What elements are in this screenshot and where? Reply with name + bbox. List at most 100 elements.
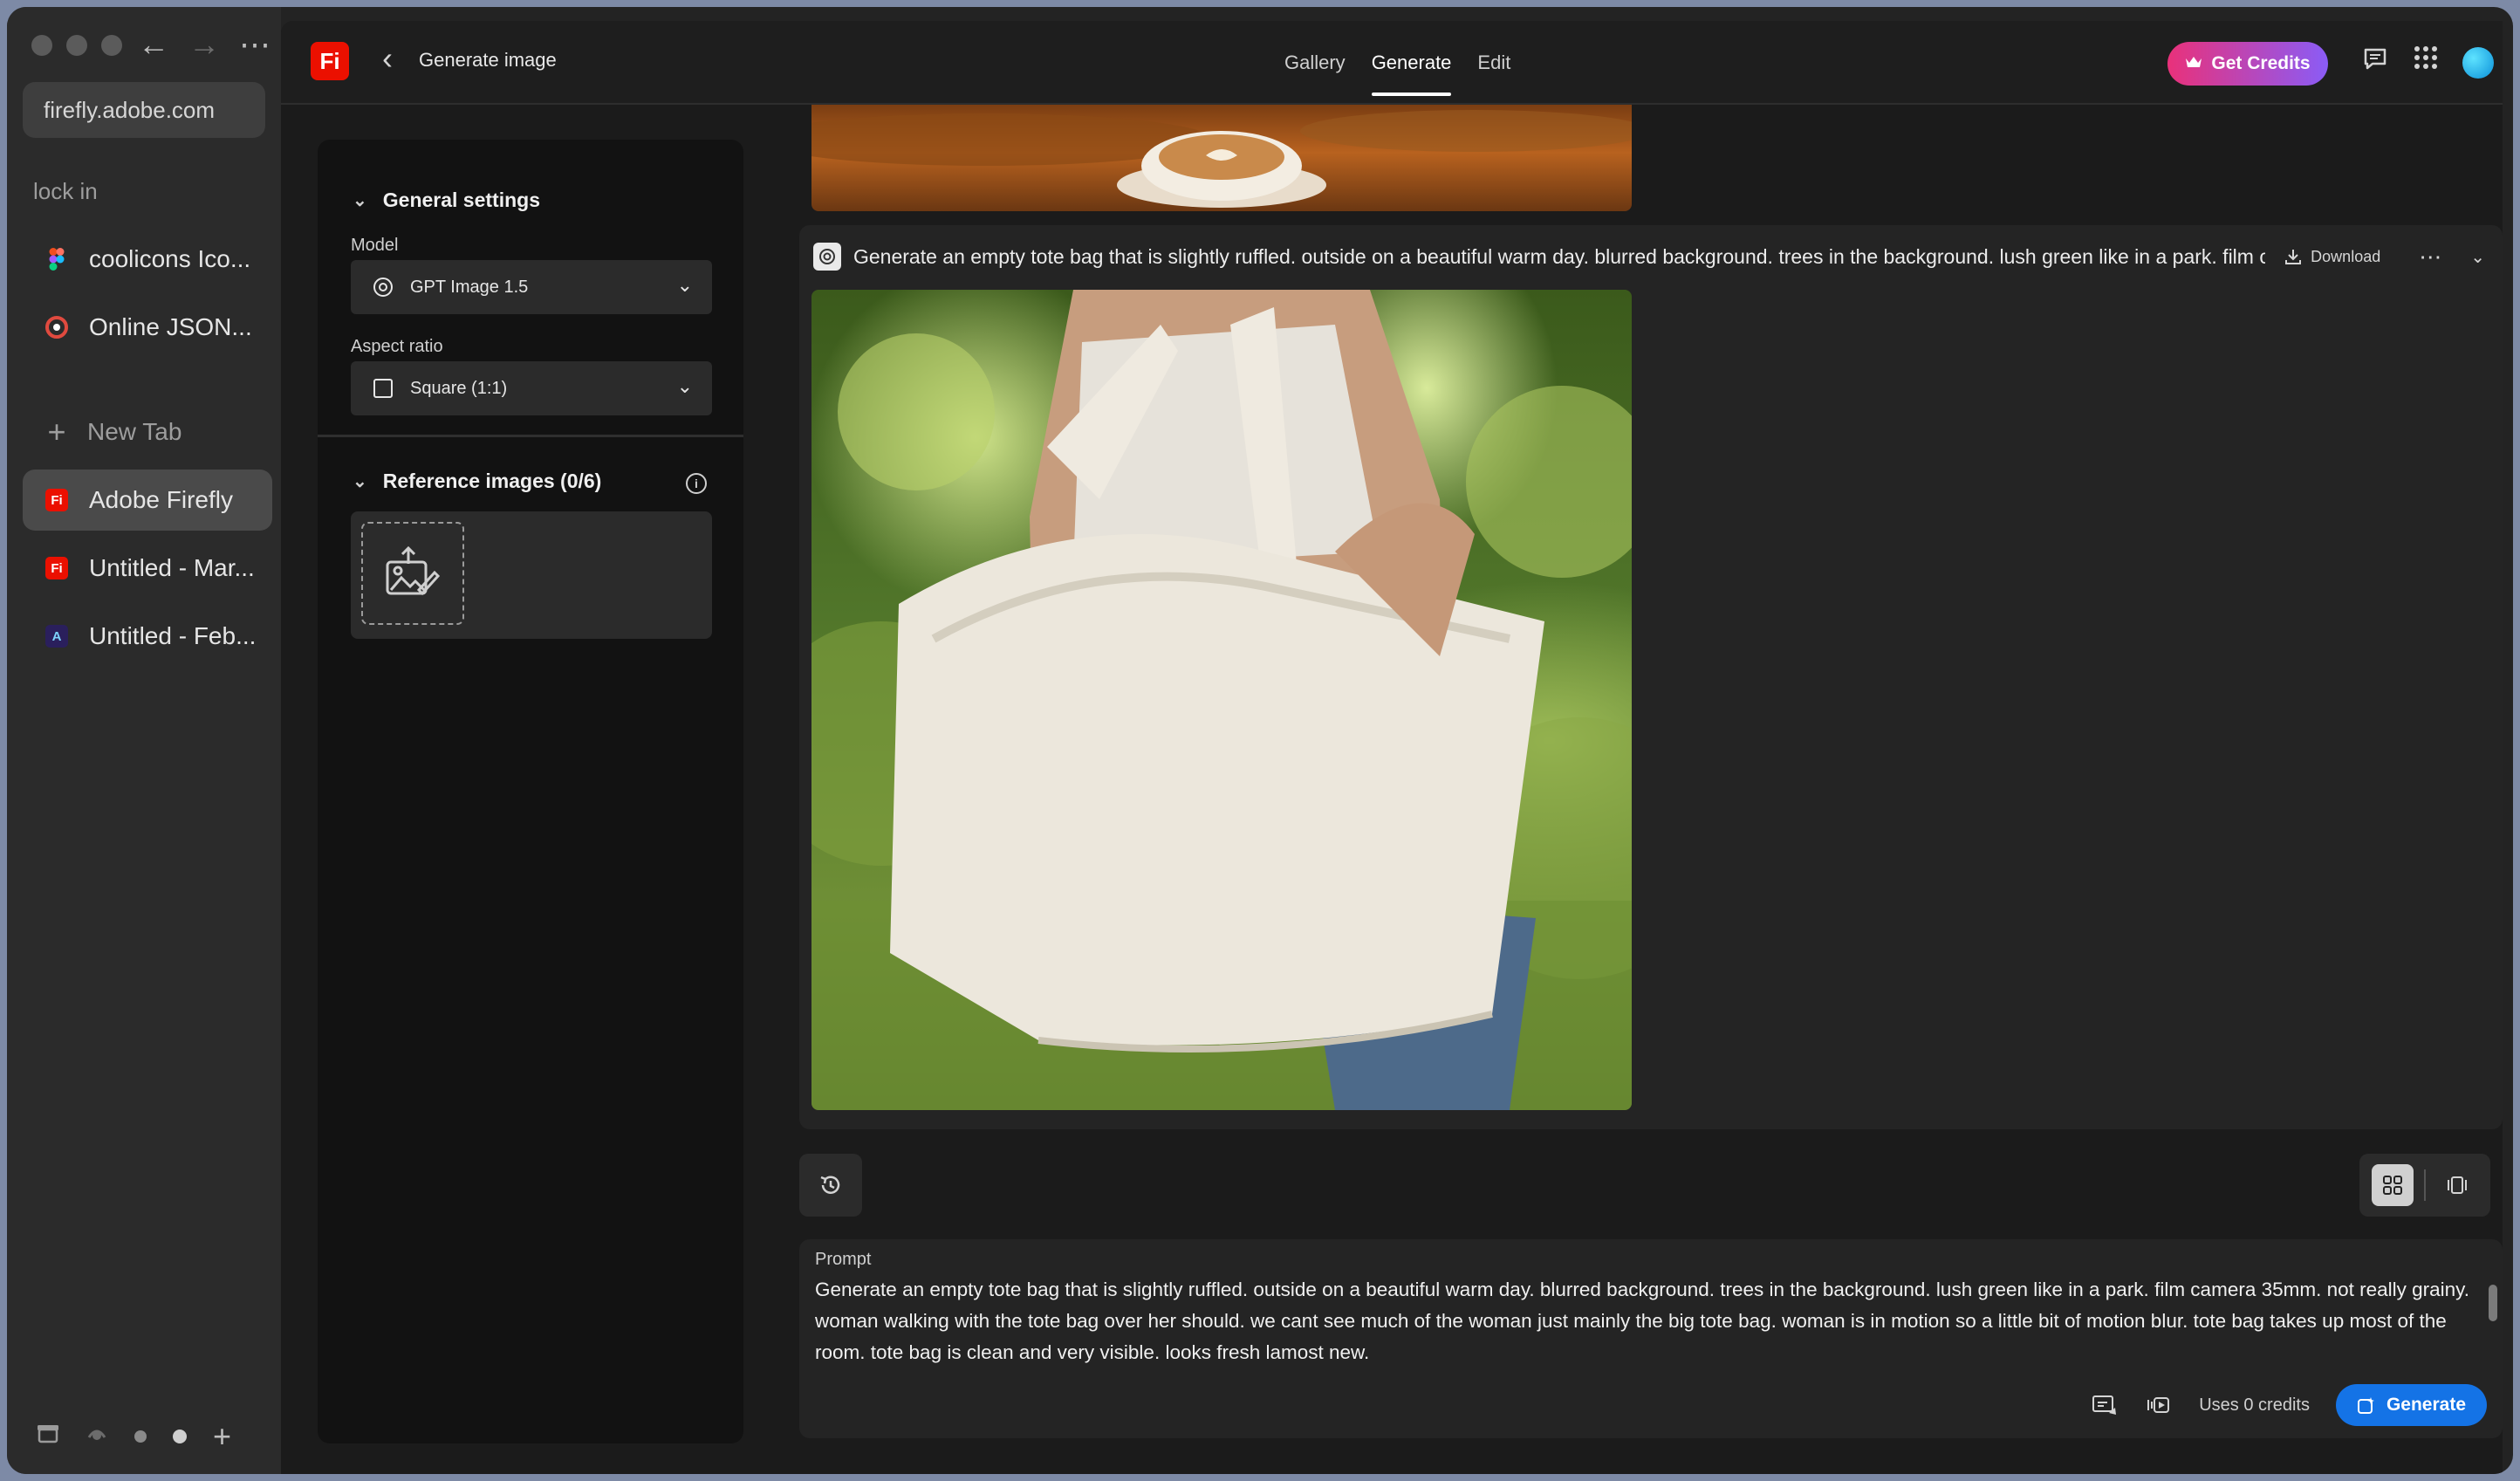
chevron-down-icon: ⌄ [353, 191, 367, 210]
tab-generate[interactable]: Generate [1371, 21, 1451, 105]
tab-label: Untitled - Mar... [89, 554, 255, 581]
chevron-left-icon[interactable]: ‹ [382, 40, 393, 77]
scrollbar-thumb[interactable] [2489, 1285, 2497, 1321]
reference-images-header[interactable]: ⌄ Reference images (0/6) [353, 470, 601, 493]
tab-label: coolicons Ico... [89, 245, 251, 272]
model-label: Model [351, 236, 399, 255]
minimize-window-button[interactable] [66, 35, 87, 56]
top-bar: Fi ‹ Generate image Gallery Generate Edi… [281, 21, 2503, 105]
prompt-footer: Uses 0 credits Generate [2091, 1384, 2487, 1426]
generation-header: Generate an empty tote bag that is sligh… [813, 239, 2485, 274]
image-prompt-icon[interactable] [2091, 1391, 2119, 1419]
close-window-button[interactable] [31, 35, 52, 56]
openai-icon [372, 276, 394, 298]
generate-icon [2357, 1397, 2374, 1414]
previous-generated-image[interactable] [811, 105, 1632, 211]
get-credits-button[interactable]: Get Credits [2167, 42, 2328, 86]
divider [2424, 1169, 2426, 1201]
add-space-icon[interactable]: + [213, 1418, 231, 1455]
new-tab-label: New Tab [87, 418, 182, 445]
browser-sidebar: ← → ⋯ firefly.adobe.com lock in coolicon… [7, 7, 281, 1474]
new-tab-button[interactable]: + New Tab [23, 401, 272, 463]
generation-prompt-preview[interactable]: Generate an empty tote bag that is sligh… [853, 245, 2265, 269]
generated-image-tote-bag[interactable] [811, 290, 1632, 1110]
get-credits-label: Get Credits [2211, 53, 2311, 73]
page-title: Generate image [419, 49, 557, 71]
generate-button[interactable]: Generate [2335, 1384, 2487, 1426]
avatar[interactable] [2462, 47, 2494, 79]
more-options-icon[interactable]: ⋯ [2419, 243, 2442, 271]
firefly-logo[interactable]: Fi [311, 42, 349, 80]
prompt-panel: Prompt Generate an empty tote bag that i… [799, 1239, 2503, 1438]
plus-icon: + [47, 414, 66, 449]
model-select[interactable]: GPT Image 1.5 ⌄ [351, 260, 712, 314]
space-dot-active-icon[interactable] [173, 1430, 187, 1443]
sidebar-footer: + [37, 1418, 231, 1455]
more-options-icon[interactable]: ⋯ [239, 26, 270, 63]
chevron-down-icon: ⌄ [353, 472, 367, 491]
view-toggle [2359, 1154, 2490, 1217]
single-view-button[interactable] [2436, 1164, 2478, 1206]
tab-edit[interactable]: Edit [1477, 21, 1510, 105]
tab-label: Adobe Firefly [89, 486, 233, 513]
general-settings-title: General settings [382, 189, 540, 211]
reference-images-area [351, 511, 712, 639]
pinned-tab-coolicons[interactable]: coolicons Ico... [23, 229, 272, 290]
space-label: lock in [33, 178, 98, 204]
browser-nav: ← → ⋯ [138, 26, 270, 63]
aspect-ratio-select[interactable]: Square (1:1) ⌄ [351, 361, 712, 415]
upload-reference-button[interactable] [361, 522, 464, 625]
window-controls [31, 35, 122, 56]
download-icon [2285, 250, 2302, 264]
tab-untitled-feb[interactable]: A Untitled - Feb... [23, 606, 272, 667]
chevron-down-icon: ⌄ [676, 375, 693, 397]
general-settings-header[interactable]: ⌄ General settings [353, 189, 540, 212]
grid-view-icon [2383, 1176, 2402, 1195]
reference-images-title: Reference images (0/6) [382, 470, 602, 492]
chevron-down-icon[interactable]: ⌄ [2470, 246, 2485, 268]
tab-untitled-mar[interactable]: Fi Untitled - Mar... [23, 538, 272, 599]
space-dot-icon[interactable] [134, 1430, 147, 1443]
archive-icon[interactable] [37, 1422, 59, 1451]
tab-label: Online JSON... [89, 313, 252, 340]
prompt-input[interactable]: Generate an empty tote bag that is sligh… [815, 1274, 2490, 1368]
generation-card: Generate an empty tote bag that is sligh… [799, 225, 2503, 1129]
generation-area: Generate an empty tote bag that is sligh… [787, 105, 2503, 1474]
openai-icon [813, 243, 841, 271]
square-icon [372, 377, 394, 400]
tab-adobe-firefly[interactable]: Fi Adobe Firefly [23, 470, 272, 531]
history-button[interactable] [799, 1154, 862, 1217]
firefly-favicon-icon: Fi [45, 557, 68, 579]
generation-toolbar [787, 1143, 2503, 1224]
pinned-tab-json[interactable]: Online JSON... [23, 297, 272, 358]
aspect-ratio-label: Aspect ratio [351, 337, 443, 356]
adobe-express-favicon-icon: A [45, 625, 68, 648]
crown-icon [2185, 53, 2202, 74]
firefly-app: Fi ‹ Generate image Gallery Generate Edi… [281, 21, 2503, 1474]
grid-view-button[interactable] [2372, 1164, 2414, 1206]
apps-grid-icon[interactable] [2410, 45, 2441, 77]
forward-arrow-icon[interactable]: → [188, 26, 220, 63]
model-value: GPT Image 1.5 [410, 277, 529, 297]
prompt-label: Prompt [815, 1250, 872, 1269]
maximize-window-button[interactable] [101, 35, 122, 56]
tab-gallery[interactable]: Gallery [1284, 21, 1346, 105]
figma-icon [45, 248, 68, 271]
chevron-down-icon: ⌄ [676, 274, 693, 296]
credits-usage: Uses 0 credits [2199, 1395, 2310, 1415]
settings-panel: ⌄ General settings Model GPT Image 1.5 ⌄… [318, 140, 743, 1443]
space-switcher-icon[interactable] [86, 1422, 108, 1451]
video-style-icon[interactable] [2145, 1391, 2173, 1419]
back-arrow-icon[interactable]: ← [138, 26, 169, 63]
image-upload-icon [386, 546, 441, 596]
feedback-icon[interactable] [2359, 45, 2391, 77]
single-view-icon [2448, 1176, 2467, 1194]
history-icon [820, 1176, 840, 1194]
divider [318, 435, 743, 437]
browser-window: ← → ⋯ firefly.adobe.com lock in coolicon… [7, 7, 2513, 1474]
info-icon[interactable]: i [686, 473, 707, 494]
aspect-ratio-value: Square (1:1) [410, 378, 508, 398]
url-bar[interactable]: firefly.adobe.com [23, 82, 265, 138]
firefly-favicon-icon: Fi [45, 489, 68, 511]
download-button[interactable]: Download [2284, 248, 2380, 266]
